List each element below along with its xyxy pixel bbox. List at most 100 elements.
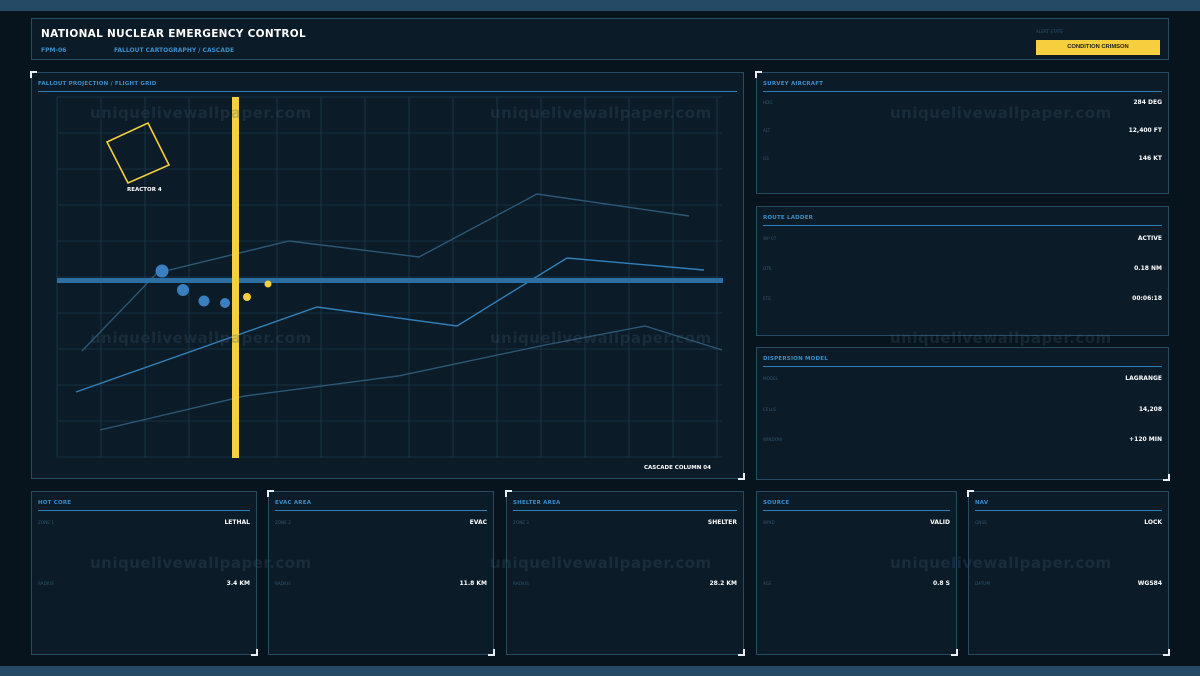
- panel-title: EVAC AREA: [275, 500, 487, 511]
- reactor-zone-marker: [105, 121, 171, 185]
- panel-title: HOT CORE: [38, 500, 250, 511]
- reactor-label: REACTOR 4: [127, 187, 162, 193]
- watermark: uniquelivewallpaper.com: [890, 104, 1112, 122]
- page-title: NATIONAL NUCLEAR EMERGENCY CONTROL: [41, 28, 307, 40]
- row-key: GNSS: [975, 520, 987, 525]
- row-key: ZONE 2: [275, 520, 291, 525]
- header-panel: NATIONAL NUCLEAR EMERGENCY CONTROL FPM-0…: [31, 18, 1169, 60]
- row-value: 146 KT: [1138, 155, 1162, 162]
- plume-sample-point: [177, 284, 189, 296]
- row-value: LAGRANGE: [1125, 375, 1162, 382]
- row-key: CELLS: [763, 407, 776, 412]
- row-value: VALID: [930, 519, 950, 526]
- data-row: WINDOW +120 MIN: [763, 436, 1162, 446]
- bottom-bar: [0, 666, 1200, 676]
- condition-crimson-button[interactable]: CONDITION CRIMSON: [1036, 40, 1160, 55]
- shelter-area-panel: SHELTER AREA ZONE 3 SHELTER RADIUS 28.2 …: [505, 490, 745, 656]
- watermark: uniquelivewallpaper.com: [490, 329, 712, 347]
- flight-path-horizontal: [57, 278, 723, 283]
- plume-sample-point: [198, 295, 210, 307]
- row-key: WP 07: [763, 236, 777, 241]
- panel-title: DISPERSION MODEL: [763, 356, 1162, 367]
- data-row: MODEL LAGRANGE: [763, 375, 1162, 385]
- data-row: ALT 12,400 FT: [763, 127, 1162, 137]
- corner-bracket: [1163, 474, 1170, 481]
- row-key: HDG: [763, 100, 773, 105]
- row-value: 14,208: [1138, 406, 1162, 413]
- alert-state-label: ALERT STATE: [1036, 29, 1063, 34]
- watermark: uniquelivewallpaper.com: [490, 554, 712, 572]
- watermark: uniquelivewallpaper.com: [490, 104, 712, 122]
- data-row: GS 146 KT: [763, 155, 1162, 165]
- source-panel: SOURCE WIND VALID AGE 0.8 S: [756, 491, 958, 656]
- plume-sample-point: [155, 264, 169, 278]
- row-key: MODEL: [763, 376, 779, 381]
- aircraft-position-point: [243, 293, 251, 301]
- panel-title: SOURCE: [763, 500, 950, 511]
- cascade-column-label: CASCADE COLUMN 04: [644, 465, 711, 471]
- watermark: uniquelivewallpaper.com: [890, 554, 1112, 572]
- data-row: WIND VALID: [763, 519, 950, 529]
- row-value: EVAC: [469, 519, 487, 526]
- panel-title: SHELTER AREA: [513, 500, 737, 511]
- survey-aircraft-panel: SURVEY AIRCRAFT HDG 284 DEG ALT 12,400 F…: [755, 71, 1169, 194]
- data-row: ZONE 2 EVAC: [275, 519, 487, 529]
- watermark: uniquelivewallpaper.com: [90, 104, 312, 122]
- row-value: +120 MIN: [1129, 436, 1162, 443]
- row-key: ETE: [763, 296, 771, 301]
- corner-bracket: [738, 649, 745, 656]
- fallout-map-panel: FALLOUT PROJECTION / FLIGHT GRID REACTOR…: [30, 71, 745, 480]
- row-key: WINDOW: [763, 437, 783, 442]
- watermark: uniquelivewallpaper.com: [90, 329, 312, 347]
- data-row: DATUM WGS84: [975, 580, 1162, 590]
- flight-grid-map[interactable]: [32, 73, 745, 480]
- data-row: DTK 0.18 NM: [763, 265, 1162, 275]
- row-value: ACTIVE: [1137, 235, 1162, 242]
- row-key: RADIUS: [275, 581, 291, 586]
- data-row: AGE 0.8 S: [763, 580, 950, 590]
- corner-bracket: [267, 490, 274, 497]
- panel-title: SURVEY AIRCRAFT: [763, 81, 1162, 92]
- route-ladder-panel: ROUTE LADDER WP 07 ACTIVE DTK 0.18 NM ET…: [756, 206, 1169, 336]
- corner-bracket: [951, 649, 958, 656]
- row-value: 0.8 S: [932, 580, 950, 587]
- aircraft-position-point: [264, 280, 272, 288]
- data-row: ZONE 1 LETHAL: [38, 519, 250, 529]
- page-subtitle: FALLOUT CARTOGRAPHY / CASCADE: [114, 47, 235, 54]
- data-row: RADIUS 28.2 KM: [513, 580, 737, 590]
- plume-sample-point: [220, 298, 230, 308]
- row-value: SHELTER: [707, 519, 737, 526]
- row-key: WIND: [763, 520, 775, 525]
- row-value: LETHAL: [224, 519, 250, 526]
- data-row: WP 07 ACTIVE: [763, 235, 1162, 245]
- row-key: GS: [763, 156, 769, 161]
- corner-bracket: [967, 490, 974, 497]
- row-key: DATUM: [975, 581, 990, 586]
- row-value: 0.18 NM: [1134, 265, 1162, 272]
- data-row: ZONE 3 SHELTER: [513, 519, 737, 529]
- row-key: RADIUS: [38, 581, 54, 586]
- row-value: 12,400 FT: [1128, 127, 1162, 134]
- corner-bracket: [251, 649, 258, 656]
- row-key: AGE: [763, 581, 772, 586]
- row-value: WGS84: [1137, 580, 1162, 587]
- data-row: GNSS LOCK: [975, 519, 1162, 529]
- row-key: RADIUS: [513, 581, 529, 586]
- corner-bracket: [488, 649, 495, 656]
- row-key: DTK: [763, 266, 772, 271]
- cascade-column-bar: [232, 97, 239, 458]
- top-bar: [0, 0, 1200, 11]
- row-value: 284 DEG: [1133, 99, 1162, 106]
- row-value: 28.2 KM: [709, 580, 737, 587]
- data-row: RADIUS 3.4 KM: [38, 580, 250, 590]
- data-row: ETE 00:06:18: [763, 295, 1162, 305]
- corner-bracket: [1163, 649, 1170, 656]
- panel-id: FPM-06: [41, 47, 67, 54]
- data-row: CELLS 14,208: [763, 406, 1162, 416]
- data-row: RADIUS 11.8 KM: [275, 580, 487, 590]
- hot-core-panel: HOT CORE ZONE 1 LETHAL RADIUS 3.4 KM: [31, 491, 258, 656]
- row-value: 3.4 KM: [226, 580, 250, 587]
- row-key: ALT: [763, 128, 771, 133]
- corner-bracket: [505, 490, 512, 497]
- dispersion-model-panel: DISPERSION MODEL MODEL LAGRANGE CELLS 14…: [756, 347, 1170, 481]
